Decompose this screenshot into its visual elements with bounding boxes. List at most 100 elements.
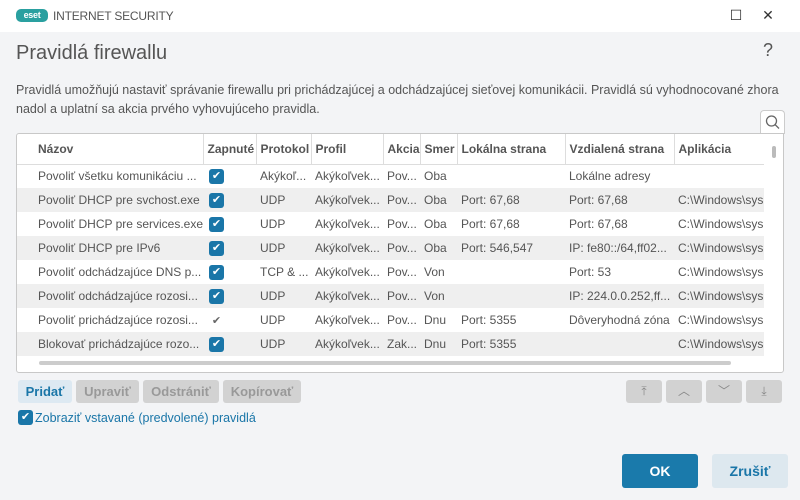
enabled-checkbox[interactable]: ✔ (209, 336, 224, 352)
edit-button[interactable]: Upraviť (76, 380, 139, 403)
enabled-checkbox[interactable]: ✔ (209, 168, 224, 184)
description: Pravidlá umožňujú nastaviť správanie fir… (16, 83, 779, 116)
cell-enabled: ✔ (203, 332, 256, 356)
cell-enabled: ✔ (203, 284, 256, 308)
column-header[interactable]: Protokol (256, 134, 312, 165)
cell-action: Pov... (383, 284, 420, 308)
cell-local (457, 260, 565, 284)
cell-protocol: UDP (256, 284, 311, 308)
column-header[interactable]: Lokálna strana (457, 134, 566, 165)
cell-direction: Dnu (424, 313, 447, 327)
table-row[interactable]: Povoliť DHCP pre services.exe ✔ UDP Akýkoľv… (17, 212, 764, 236)
enabled-checkbox[interactable]: ✔ (209, 192, 224, 208)
cell-action: Pov... (387, 169, 417, 184)
cell-local: Port: 5355 (461, 313, 517, 327)
cell-direction: Oba (420, 236, 457, 260)
cancel-button[interactable]: Zrušiť (712, 454, 788, 488)
cell-name: Povoliť prichádzajúce rozosi... (38, 313, 198, 327)
add-button[interactable]: Pridať (18, 380, 72, 403)
cell-profile: Akýkoľvek... (311, 332, 383, 356)
cell-action: Pov... (383, 188, 420, 212)
cell-name: Povoliť odchádzajúce rozosi... (17, 284, 203, 308)
copy-button[interactable]: Kopírovať (223, 380, 301, 403)
cell-profile: Akýkoľvek... (311, 236, 383, 260)
cell-remote: Dôveryhodná zóna (569, 313, 670, 327)
vertical-scrollbar[interactable] (772, 146, 776, 158)
cell-local (457, 164, 565, 188)
column-header[interactable]: Vzdialená strana (565, 134, 675, 165)
column-header[interactable]: Smer (420, 134, 458, 165)
cell-direction: Oba (420, 188, 457, 212)
title-bar: eset INTERNET SECURITY ☐ ✕ (0, 0, 800, 32)
cell-remote: Port: 53 (569, 265, 612, 279)
ok-button[interactable]: OK (622, 454, 698, 488)
cell-enabled: ✔ (203, 236, 256, 260)
cell-app: C:\Windows\sys (678, 313, 764, 327)
cell-remote (565, 332, 674, 356)
cell-remote: Port: 67,68 (565, 188, 674, 212)
table-row[interactable]: Povoliť odchádzajúce DNS p... ✔ TCP & ... A… (17, 260, 764, 284)
table-row[interactable]: Povoliť prichádzajúce rozosi... ✔ UDP Akýko… (17, 308, 764, 332)
cell-profile: Akýkoľvek... (315, 313, 380, 327)
column-header[interactable]: Aplikácia (674, 134, 764, 165)
horizontal-scrollbar[interactable] (39, 361, 731, 365)
column-header[interactable]: Zapnuté (203, 134, 257, 165)
table-row[interactable]: Blokovať prichádzajúce rozo... ✔ UDP Akýkoľ… (17, 332, 764, 356)
cell-local: Port: 5355 (457, 332, 565, 356)
cell-enabled: ✔ (203, 212, 256, 236)
rules-table: Názov Zapnuté Protokol Profil Akcia Smer Lokál… (16, 133, 784, 373)
enabled-checkbox[interactable]: ✔ (209, 264, 224, 280)
show-builtin-checkbox[interactable]: ✔ Zobraziť vstavané (predvolené) pravidl… (18, 410, 256, 425)
enabled-checkbox[interactable]: ✔ (209, 288, 224, 304)
table-row[interactable]: Povoliť odchádzajúce rozosi... ✔ UDP Akýkoľ… (17, 284, 764, 308)
cell-app: C:\Windows\sys (678, 265, 764, 279)
move-bottom-button[interactable]: ⤓ (746, 380, 782, 403)
cell-local (457, 284, 565, 308)
cell-enabled: ✔ (203, 164, 256, 188)
move-top-button[interactable]: ⤒ (626, 380, 662, 403)
cell-name: Povoliť odchádzajúce DNS p... (38, 265, 202, 279)
cell-action: Pov... (387, 313, 417, 327)
column-header[interactable]: Akcia (383, 134, 421, 165)
cell-profile: Akýkoľvek... (315, 217, 380, 231)
cell-direction: Oba (424, 169, 447, 184)
cell-direction: Oba (424, 217, 447, 231)
close-button[interactable]: ✕ (756, 6, 780, 26)
cell-direction: Von (420, 284, 457, 308)
delete-button[interactable]: Odstrániť (143, 380, 219, 403)
move-up-button[interactable]: ︿ (666, 380, 702, 403)
cell-protocol: UDP (256, 188, 311, 212)
move-down-button[interactable]: ﹀ (706, 380, 742, 403)
table-row[interactable]: Povoliť DHCP pre IPv6 ✔ UDP Akýkoľvek... Pov… (17, 236, 764, 260)
cell-protocol: UDP (256, 332, 311, 356)
cell-local: Port: 67,68 (457, 188, 565, 212)
cell-action: Pov... (387, 265, 417, 279)
cell-direction: Dnu (420, 332, 457, 356)
cell-remote: Lokálne adresy (569, 169, 651, 184)
cell-app: C:\Windows\sys (674, 236, 764, 260)
table-row[interactable]: Povoliť všetku komunikáciu ... ✔ Akýkoľ...… (17, 164, 764, 188)
enabled-checkbox[interactable]: ✔ (209, 314, 224, 327)
cell-app: C:\Windows\sys (674, 284, 764, 308)
cell-app: C:\Windows\sys (674, 332, 764, 356)
cell-remote: IP: fe80::/64,ff02... (565, 236, 674, 260)
cell-enabled: ✔ (203, 308, 256, 332)
search-icon (765, 115, 780, 129)
column-header[interactable]: Názov (17, 134, 204, 165)
cell-local: Port: 546,547 (457, 236, 565, 260)
table-row[interactable]: Povoliť DHCP pre svchost.exe ✔ UDP Akýkoľve… (17, 188, 764, 212)
cell-protocol: UDP (260, 217, 286, 231)
help-icon[interactable]: ? (763, 40, 773, 61)
checkbox-checked-icon[interactable]: ✔ (18, 410, 33, 425)
maximize-button[interactable]: ☐ (724, 6, 748, 26)
enabled-checkbox[interactable]: ✔ (209, 240, 224, 256)
cell-profile: Akýkoľvek... (311, 188, 383, 212)
cell-enabled: ✔ (203, 260, 256, 284)
cell-remote: IP: 224.0.0.252,ff... (565, 284, 674, 308)
column-header[interactable]: Profil (311, 134, 384, 165)
enabled-checkbox[interactable]: ✔ (209, 216, 224, 232)
search-button[interactable] (760, 110, 785, 134)
cell-enabled: ✔ (203, 188, 256, 212)
cell-protocol: Akýkoľ... (260, 169, 307, 184)
show-builtin-label: Zobraziť vstavané (predvolené) pravidlá (35, 410, 256, 425)
